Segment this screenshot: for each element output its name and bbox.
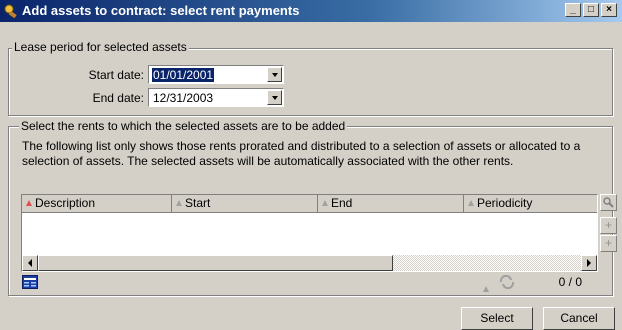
sort-triangle-icon xyxy=(468,199,474,206)
record-count: 0 / 0 xyxy=(558,275,582,289)
column-header-description[interactable]: Description xyxy=(22,195,172,213)
rents-legend: Select the rents to which the selected a… xyxy=(19,119,348,133)
end-date-value: 12/31/2003 xyxy=(153,91,214,105)
minimize-button[interactable]: _ xyxy=(565,3,581,17)
title-bar: Add assets to contract: select rent paym… xyxy=(0,0,622,22)
column-header-start[interactable]: Start xyxy=(172,195,318,213)
scrollbar-thumb[interactable] xyxy=(38,255,393,271)
end-date-dropdown-icon[interactable] xyxy=(267,90,282,105)
sort-triangle-icon xyxy=(26,199,32,206)
end-date-label: End date: xyxy=(92,91,144,105)
lease-period-legend: Lease period for selected assets xyxy=(12,40,189,54)
column-header-end[interactable]: End xyxy=(318,195,464,213)
sort-triangle-icon xyxy=(322,199,328,206)
rents-table[interactable]: Description Start End Periodicity xyxy=(21,194,598,272)
sort-triangle-icon xyxy=(483,285,489,292)
sort-triangle-icon xyxy=(176,199,182,206)
start-date-label: Start date: xyxy=(88,68,144,82)
search-icon[interactable] xyxy=(600,194,617,211)
rents-description-line2: selection of assets. The selected assets… xyxy=(22,154,514,168)
add-plus-icon[interactable]: + xyxy=(600,235,617,252)
lease-period-group xyxy=(8,48,613,116)
close-button[interactable]: × xyxy=(601,3,617,17)
select-button[interactable]: Select xyxy=(461,307,533,330)
maximize-button[interactable]: □ xyxy=(583,3,599,17)
start-date-value: 01/01/2001 xyxy=(152,68,215,82)
start-date-field[interactable]: 01/01/2001 xyxy=(148,65,284,84)
column-header-periodicity[interactable]: Periodicity xyxy=(464,195,597,213)
window-title: Add assets to contract: select rent paym… xyxy=(22,3,300,18)
start-date-dropdown-icon[interactable] xyxy=(267,67,282,82)
cancel-button[interactable]: Cancel xyxy=(543,307,615,330)
add-row-plus-icon[interactable]: + xyxy=(600,217,617,234)
refresh-icon[interactable] xyxy=(498,274,516,290)
scroll-left-icon[interactable] xyxy=(22,255,38,271)
rents-description-line1: The following list only shows those rent… xyxy=(22,139,581,153)
grid-icon[interactable] xyxy=(22,275,38,289)
end-date-field[interactable]: 12/31/2003 xyxy=(148,88,284,107)
app-icon xyxy=(4,4,17,19)
scroll-right-icon[interactable] xyxy=(581,255,597,271)
horizontal-scrollbar[interactable] xyxy=(22,255,597,271)
